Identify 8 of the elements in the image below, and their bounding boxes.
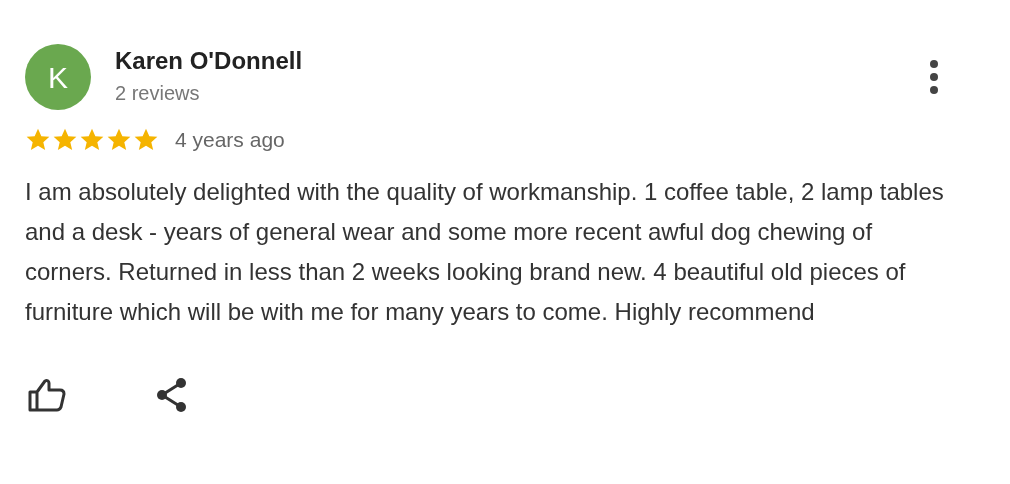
thumbs-up-icon[interactable] xyxy=(28,377,66,412)
review-count: 2 reviews xyxy=(115,81,201,107)
menu-icon[interactable] xyxy=(928,60,940,94)
review-time: 4 years ago xyxy=(175,127,285,153)
review-text: I am absolutely delighted with the quality of workmanship. 1 coffee table, 2 lamp tables and a desk - years of general wear and some more recent awful dog chewing of corners. Returned in less than 2 weeks looking brand new. 4 beautiful old pieces of furniture which will be with me for many years to come. Highly recommend xyxy=(25,176,945,327)
avatar: K xyxy=(25,44,91,110)
share-icon[interactable] xyxy=(156,377,188,412)
reviewer-name: Karen O'Donnell xyxy=(115,48,303,75)
